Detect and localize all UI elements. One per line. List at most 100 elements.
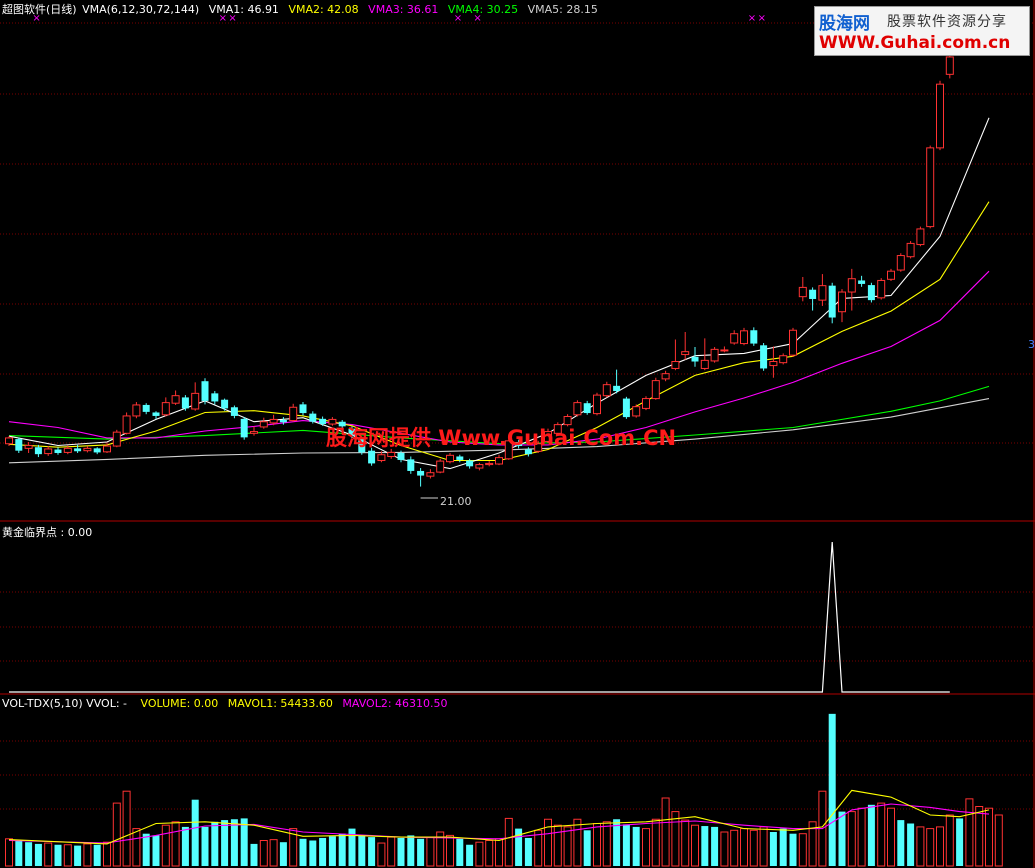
candle-body-0: [5, 437, 13, 445]
volume-bar-92: [907, 823, 915, 866]
candle-body-25: [250, 431, 258, 434]
volume-bar-20: [201, 826, 209, 866]
right-edge-label: 3: [1028, 338, 1035, 351]
candle-body-91: [896, 255, 905, 271]
candle-body-63: [622, 398, 630, 418]
candle-body-82: [809, 289, 817, 299]
volume-bar-4: [44, 842, 53, 867]
candle-body-5: [54, 449, 62, 453]
volume-bar-53: [524, 837, 532, 866]
candle-body-58: [573, 402, 582, 416]
volume-bar-50: [495, 838, 503, 867]
mavol2-value: MAVOL2: 46310.50: [342, 697, 448, 710]
volume-bar-18: [181, 826, 189, 866]
volume-bar-42: [417, 838, 425, 866]
signal-mark-6: ×: [758, 13, 766, 24]
mavol1-value: MAVOL1: 54433.60: [227, 697, 333, 710]
volume-bar-91: [897, 820, 905, 866]
candle-body-20: [201, 381, 209, 401]
signal-mark-5: ×: [748, 13, 756, 24]
candle-body-47: [466, 460, 474, 467]
candle-body-50: [495, 457, 503, 465]
volume-bar-33: [328, 836, 336, 866]
candle-body-75: [740, 330, 748, 345]
candle-body-22: [221, 399, 229, 409]
volume-bar-80: [789, 833, 797, 866]
volume-bar-9: [93, 844, 101, 866]
volume-bar-23: [230, 819, 238, 866]
volume-bar-21: [211, 821, 219, 866]
candle-body-31: [309, 413, 317, 422]
candle-body-30: [299, 404, 307, 414]
candle-body-49: [485, 462, 494, 466]
candle-body-80: [789, 329, 797, 356]
volume-bar-47: [466, 844, 474, 866]
candle-body-39: [387, 451, 396, 457]
volume-bar-28: [279, 842, 287, 866]
volume-bar-32: [319, 837, 327, 866]
volume-bar-96: [945, 814, 954, 867]
candle-body-24: [240, 418, 248, 438]
candle-body-93: [916, 228, 925, 246]
candle-body-15: [152, 412, 160, 416]
candle-body-76: [750, 330, 758, 344]
candle-body-45: [446, 454, 454, 463]
volume-bar-58: [573, 818, 582, 867]
volume-bar-40: [397, 837, 405, 866]
vma3-value: VMA3: 36.61: [368, 3, 439, 16]
volume-bar-87: [857, 807, 866, 867]
volume-bar-37: [368, 837, 376, 866]
candle-body-21: [211, 393, 219, 402]
candle-body-86: [847, 278, 856, 293]
volume-bar-66: [651, 818, 660, 867]
volume-bar-16: [161, 824, 170, 867]
volume-bar-88: [867, 804, 875, 866]
candle-body-78: [769, 361, 778, 367]
volume-bar-70: [691, 824, 699, 867]
volume-bar-73: [720, 831, 729, 867]
volume-bar-86: [847, 811, 856, 867]
volume-bar-78: [769, 832, 777, 866]
volume-bar-69: [681, 819, 690, 867]
candle-body-85: [838, 291, 846, 313]
candle-body-13: [132, 404, 141, 417]
volume-bar-5: [54, 844, 62, 866]
candle-body-48: [475, 464, 484, 469]
vol-indicator-name: VOL-TDX(5,10) VVOL: -: [2, 697, 127, 710]
candle-body-16: [161, 402, 170, 416]
candle-body-42: [417, 470, 425, 476]
volume-bar-64: [632, 826, 640, 866]
volume-bar-24: [240, 818, 248, 866]
candle-body-81: [798, 286, 807, 298]
candle-body-88: [867, 285, 875, 301]
candle-body-10: [103, 445, 111, 453]
candle-body-69: [681, 351, 690, 356]
volume-bar-34: [338, 833, 346, 866]
candle-body-70: [691, 356, 699, 362]
candle-body-29: [289, 406, 298, 422]
volume-bar-67: [661, 797, 670, 867]
volume-bar-74: [730, 829, 739, 867]
candle-body-11: [112, 431, 121, 447]
volume-bar-39: [387, 836, 396, 867]
candle-body-64: [632, 406, 641, 417]
volume-bar-11: [112, 802, 121, 867]
candle-body-19: [191, 392, 200, 410]
volume-bar-89: [877, 802, 886, 867]
volume-bar-65: [642, 828, 650, 867]
candle-body-94: [926, 147, 935, 228]
volume-bar-63: [622, 824, 630, 866]
volume-bar-0: [5, 838, 13, 867]
watermark-text: 股海网提供 Www.Guhai.Com.CN: [326, 426, 677, 450]
candle-body-28: [279, 419, 287, 423]
candle-body-72: [710, 348, 719, 362]
logo-url: WWW.Guhai.com.cn: [819, 33, 1011, 53]
candle-body-26: [259, 421, 268, 428]
volume-bar-59: [583, 830, 591, 866]
volume-bar-56: [553, 824, 562, 867]
volume-bar-57: [563, 826, 572, 867]
candle-body-46: [456, 456, 464, 460]
volume-bar-95: [936, 826, 944, 867]
guhai-logo: 股海网 股票软件资源分享 WWW.Guhai.com.cn: [814, 6, 1030, 56]
volume-bar-97: [956, 818, 964, 866]
